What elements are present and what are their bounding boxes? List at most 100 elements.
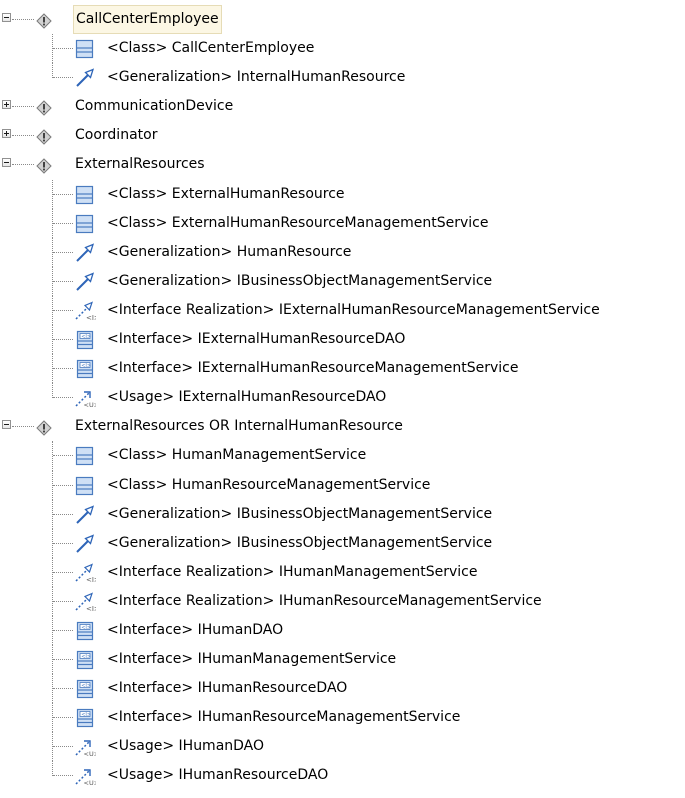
tree-child-node[interactable]: <I> <Interface Realization> IHumanManagem…: [0, 557, 685, 587]
tree-child-label[interactable]: <Usage> IHumanResourceDAO: [107, 761, 328, 790]
tree-child-label[interactable]: <Usage> IExternalHumanResourceDAO: [107, 383, 386, 412]
tree-child-label[interactable]: <Class> HumanManagementService: [107, 441, 366, 470]
tree-node-label[interactable]: CallCenterEmployee: [73, 5, 222, 34]
tree-child-node[interactable]: <I> <Interface Realization> IHumanResourc…: [0, 586, 685, 616]
class-icon: [74, 214, 96, 234]
tree-node-label[interactable]: Coordinator: [73, 121, 159, 150]
expand-toggle[interactable]: [2, 129, 11, 139]
tree-child-node[interactable]: <Generalization> IBusinessObjectManageme…: [0, 266, 685, 296]
tree-connector: [53, 48, 73, 50]
svg-text:<U>: <U>: [84, 750, 97, 757]
tree-child-node[interactable]: <I> <Interface> IHumanResourceManagementS…: [0, 703, 685, 733]
svg-text:<I>: <I>: [81, 712, 91, 718]
tree-child-node[interactable]: <Class> ExternalHumanResource: [0, 179, 685, 209]
tree-connector: [53, 193, 73, 195]
usage-icon: <U>: [74, 766, 99, 787]
usage-icon: <U>: [74, 388, 99, 409]
tree-connector: [53, 339, 73, 341]
tree-connector: [12, 135, 34, 137]
tree-connector: [53, 222, 73, 224]
tree-node-label[interactable]: ExternalResources: [73, 150, 207, 179]
tree-child-label[interactable]: <Generalization> HumanResource: [107, 238, 351, 267]
tree-node[interactable]: ExternalResources: [0, 150, 685, 179]
tree-child-node[interactable]: <Class> ExternalHumanResourceManagementS…: [0, 208, 685, 238]
tree-node[interactable]: Coordinator: [0, 121, 685, 150]
tree-child-node[interactable]: <Class> HumanManagementService: [0, 441, 685, 471]
tree-connector: [53, 629, 73, 631]
tree-child-node[interactable]: <I> <Interface> IHumanManagementService: [0, 645, 685, 675]
tree-child-label[interactable]: <Generalization> IBusinessObjectManageme…: [107, 267, 492, 296]
tree-child-label[interactable]: <Interface> IHumanDAO: [107, 616, 283, 645]
tree-child-node[interactable]: <Class> CallCenterEmployee: [0, 34, 685, 64]
tree-node-label[interactable]: ExternalResources OR InternalHumanResour…: [73, 412, 405, 441]
tree-child-node[interactable]: <Generalization> IBusinessObjectManageme…: [0, 499, 685, 529]
tree-child-node[interactable]: <I> <Interface> IHumanDAO: [0, 615, 685, 646]
tree-child-label[interactable]: <Class> ExternalHumanResource: [107, 180, 345, 209]
interface-icon: <I>: [74, 708, 96, 728]
tree-child-node[interactable]: <Generalization> InternalHumanResource: [0, 63, 685, 92]
tree-child-node[interactable]: <U> <Usage> IHumanDAO: [0, 732, 685, 762]
tree-child-node[interactable]: <U> <Usage> IHumanResourceDAO: [0, 761, 685, 790]
generalization-icon: [74, 504, 96, 525]
tree-connector: [53, 600, 73, 602]
class-icon: [74, 185, 96, 205]
tree-child-node[interactable]: <U> <Usage> IExternalHumanResourceDAO: [0, 383, 685, 412]
warning-icon: [36, 98, 52, 116]
collapse-toggle[interactable]: [2, 420, 11, 430]
tree-child-label[interactable]: <Interface> IHumanManagementService: [107, 645, 396, 674]
interface-realization-icon: <I>: [74, 301, 100, 322]
tree-child-label[interactable]: <Interface> IHumanResourceManagementServ…: [107, 703, 460, 732]
tree-node-label[interactable]: CommunicationDevice: [73, 92, 235, 121]
collapse-toggle[interactable]: [2, 158, 11, 168]
tree-child-node[interactable]: <Generalization> IBusinessObjectManageme…: [0, 528, 685, 558]
expand-toggle[interactable]: [2, 100, 11, 110]
tree-child-label[interactable]: <Generalization> IBusinessObjectManageme…: [107, 529, 492, 558]
tree-child-label[interactable]: <Class> ExternalHumanResourceManagementS…: [107, 209, 489, 238]
interface-icon: <I>: [74, 621, 96, 641]
tree-child-label[interactable]: <Interface> IExternalHumanResourceManage…: [107, 354, 518, 383]
interface-icon: <I>: [74, 679, 96, 699]
tree-connector: [53, 717, 73, 719]
svg-text:<I>: <I>: [81, 654, 91, 660]
tree-child-label[interactable]: <Interface Realization> IHumanManagement…: [107, 558, 477, 587]
svg-text:<I>: <I>: [81, 363, 91, 369]
interface-icon: <I>: [74, 330, 96, 350]
tree-connector: [53, 455, 73, 457]
interface-icon: <I>: [74, 650, 96, 670]
tree-connector: [53, 659, 73, 661]
svg-text:<I>: <I>: [86, 314, 96, 321]
tree-connector: [12, 106, 34, 108]
generalization-icon: [74, 68, 96, 88]
collapse-toggle[interactable]: [2, 13, 11, 22]
tree-child-label[interactable]: <Interface Realization> IHumanResourceMa…: [107, 587, 542, 616]
generalization-icon: [74, 534, 96, 554]
tree-connector: [53, 571, 73, 573]
generalization-icon: [74, 243, 96, 263]
tree-child-label[interactable]: <Class> HumanResourceManagementService: [107, 471, 430, 500]
tree-node[interactable]: CommunicationDevice: [0, 92, 685, 121]
tree-node[interactable]: CallCenterEmployee: [0, 5, 685, 34]
tree-child-node[interactable]: <I> <Interface> IExternalHumanResourceDAO: [0, 325, 685, 355]
tree-connector: [52, 761, 53, 777]
tree-child-label[interactable]: <Interface> IHumanResourceDAO: [107, 674, 347, 703]
tree-child-node[interactable]: <I> <Interface> IHumanResourceDAO: [0, 674, 685, 704]
tree-node[interactable]: ExternalResources OR InternalHumanResour…: [0, 412, 685, 441]
tree-child-label[interactable]: <Generalization> IBusinessObjectManageme…: [107, 500, 492, 529]
interface-realization-icon: <I>: [74, 563, 100, 584]
tree-child-node[interactable]: <Generalization> HumanResource: [0, 237, 685, 267]
tree-child-label[interactable]: <Usage> IHumanDAO: [107, 732, 264, 761]
interface-icon: <I>: [74, 359, 96, 379]
tree-connector: [53, 280, 73, 282]
tree-child-label[interactable]: <Generalization> InternalHumanResource: [107, 63, 405, 92]
tree-child-node[interactable]: <Class> HumanResourceManagementService: [0, 470, 685, 500]
svg-text:<I>: <I>: [81, 683, 91, 689]
warning-icon: [36, 127, 52, 146]
tree-child-node[interactable]: <I> <Interface> IExternalHumanResourceMan…: [0, 354, 685, 384]
tree-child-label[interactable]: <Class> CallCenterEmployee: [107, 34, 314, 63]
warning-icon: [36, 11, 52, 29]
tree-child-node[interactable]: <I> <Interface Realization> IExternalHuma…: [0, 295, 685, 326]
model-tree: CallCenterEmployee <Class> CallCenterEmpl…: [0, 5, 685, 791]
warning-icon: [36, 156, 52, 175]
tree-child-label[interactable]: <Interface> IExternalHumanResourceDAO: [107, 325, 405, 354]
tree-child-label[interactable]: <Interface Realization> IExternalHumanRe…: [107, 296, 600, 325]
